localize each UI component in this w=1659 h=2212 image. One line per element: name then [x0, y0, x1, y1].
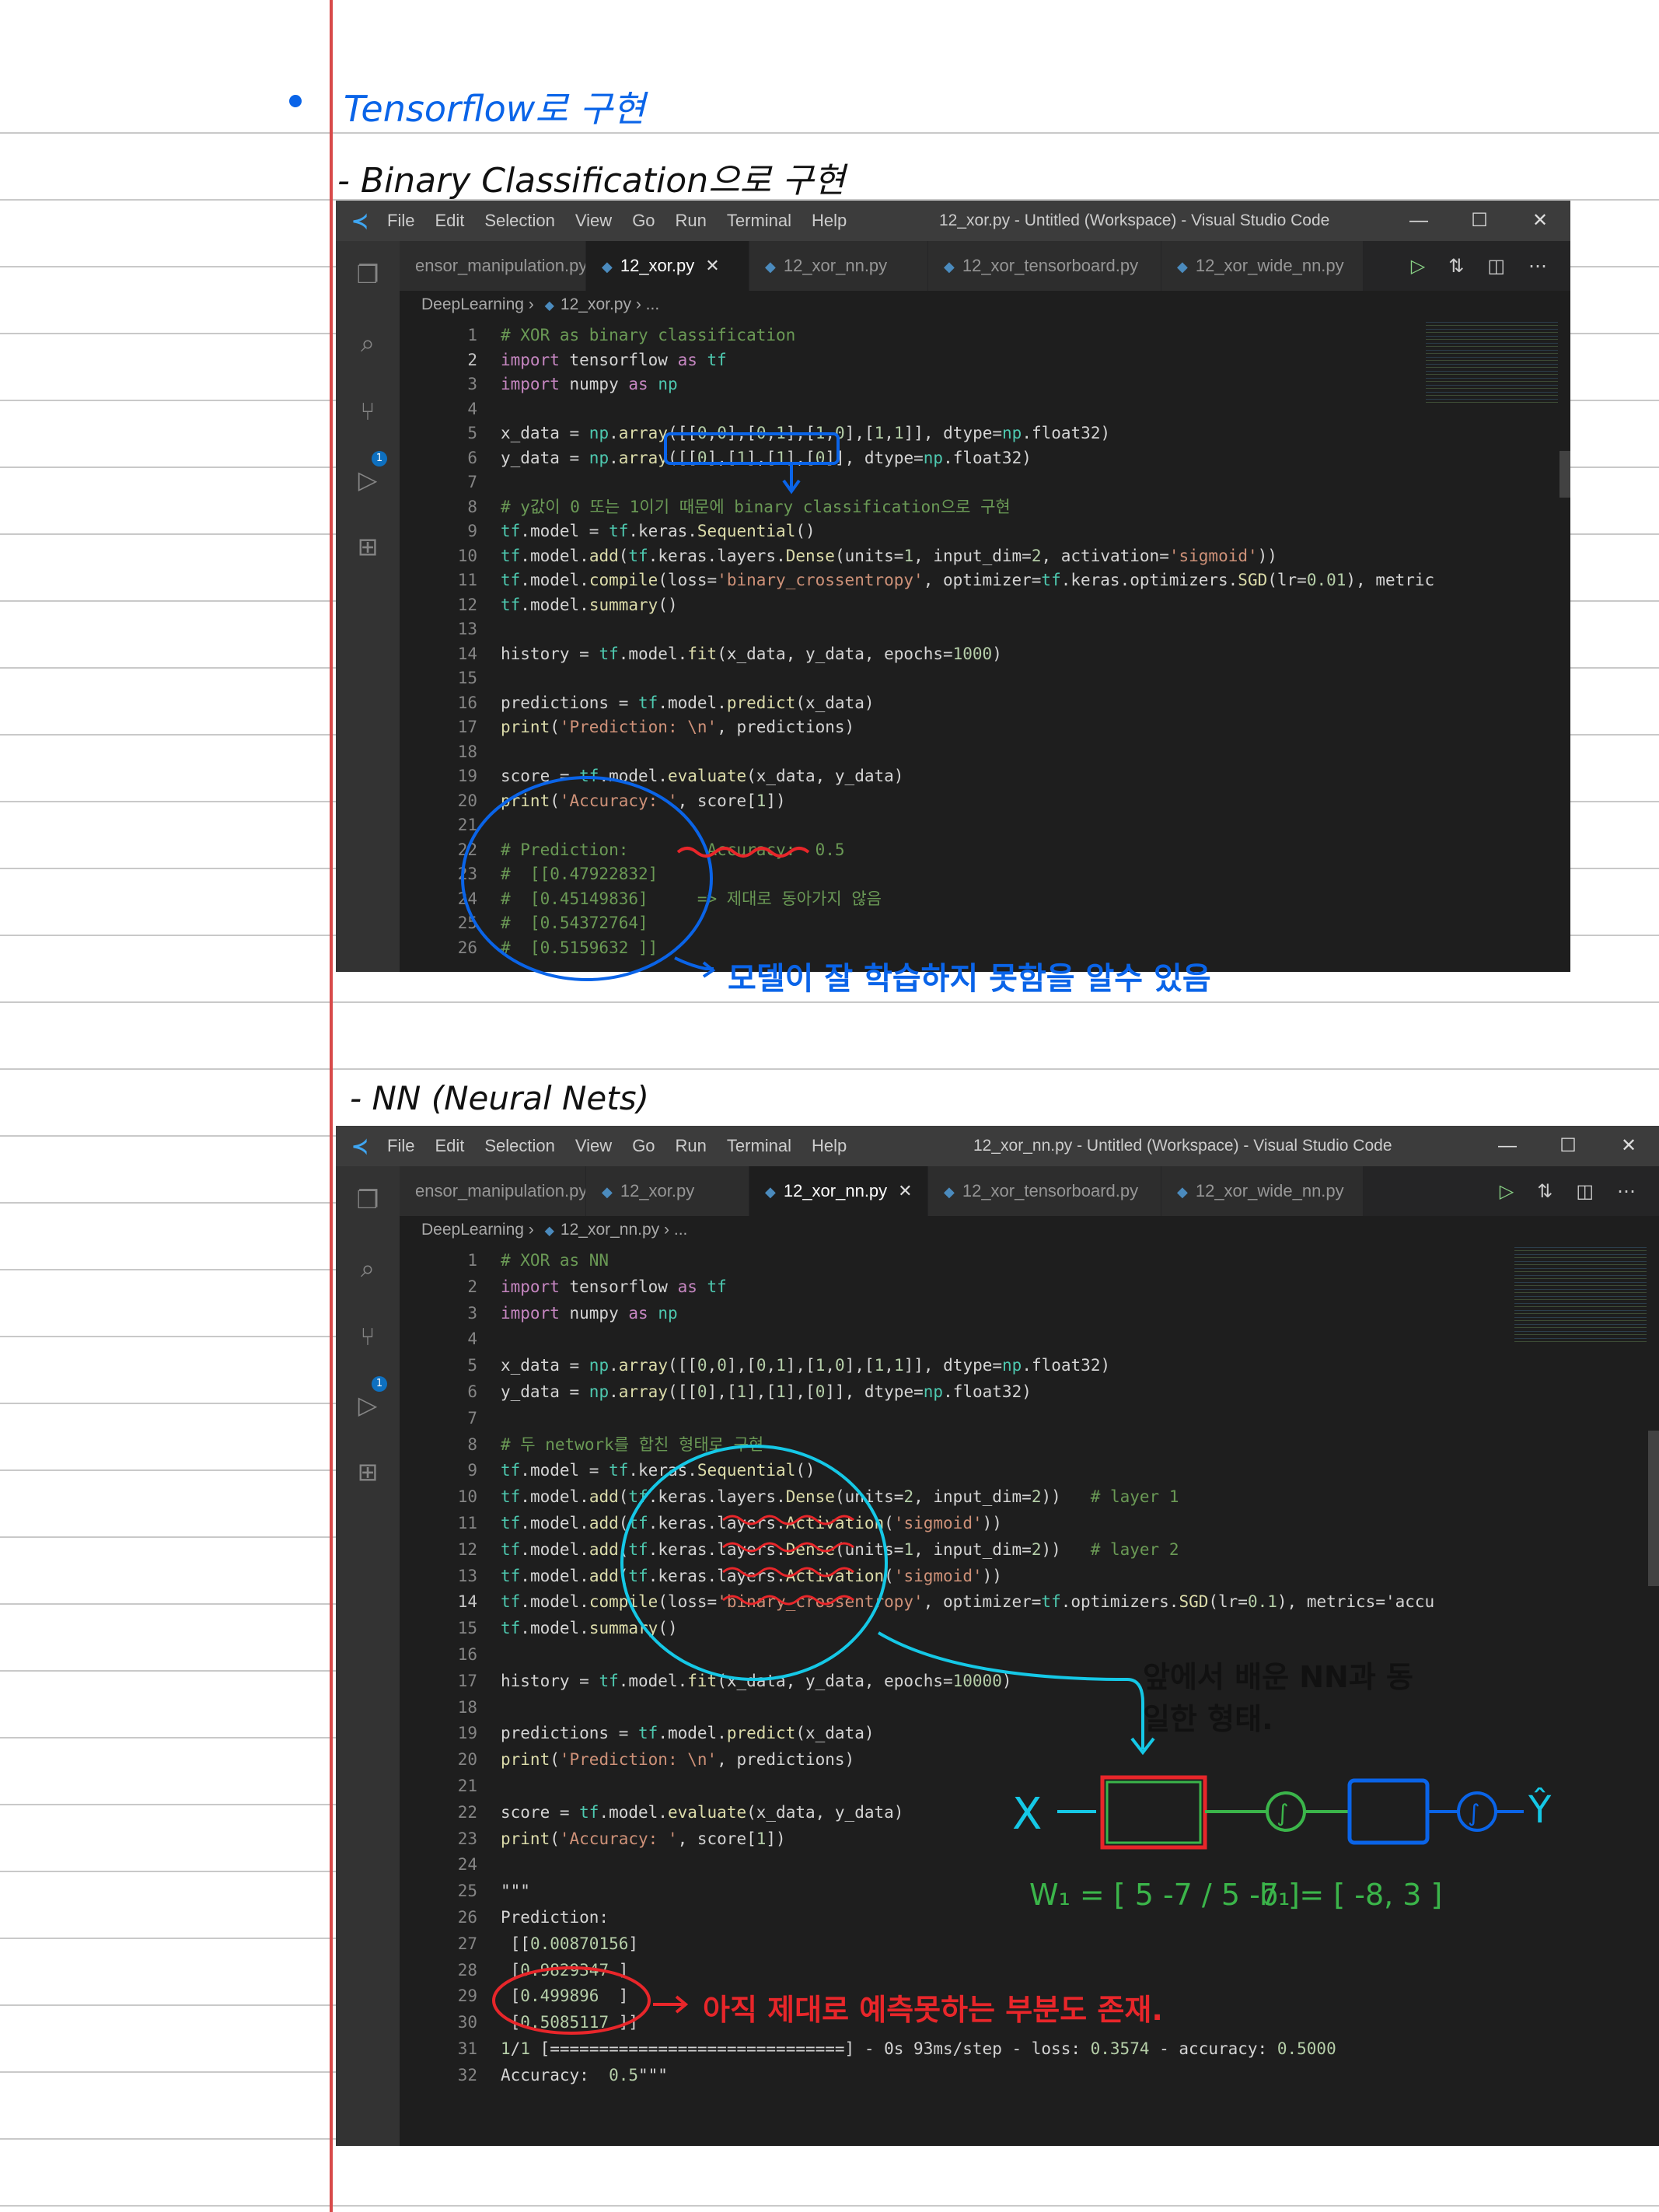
annotations-window-2: X ∫ ∫ Ŷ W₁ = [ 5 -7 / 5 -7 ] b₁ = [ -8, … [492, 1445, 1552, 2035]
sigmoid-1-label: ∫ [1277, 1800, 1289, 1827]
prediction-circle [492, 1966, 651, 2035]
wavy-underline-3 [722, 1567, 854, 1578]
b1-vector: b₁ = [ -8, 3 ] [1259, 1878, 1442, 1912]
model-layers-circle [620, 1445, 888, 1681]
note-partial-prediction: 아직 제대로 예측못하는 부분도 존재. [703, 1993, 1163, 2027]
layer2-box [1347, 1778, 1430, 1845]
wavy-underline-4 [722, 1595, 854, 1606]
arrow-to-diagram [877, 1631, 1155, 1756]
wavy-underline-2 [722, 1542, 854, 1553]
layer1-box [1100, 1775, 1207, 1850]
wavy-underline-1 [722, 1515, 854, 1525]
arrow-to-note-2 [653, 1995, 689, 2014]
sigmoid-2-label: ∫ [1468, 1800, 1480, 1827]
diagram-x-label: X [1012, 1789, 1042, 1840]
diagram-y-label: Ŷ [1528, 1787, 1552, 1832]
layer1-box-inner [1105, 1780, 1202, 1844]
note-same-as-nn: 앞에서 배운 NN과 동일한 형태. [1143, 1660, 1414, 1736]
